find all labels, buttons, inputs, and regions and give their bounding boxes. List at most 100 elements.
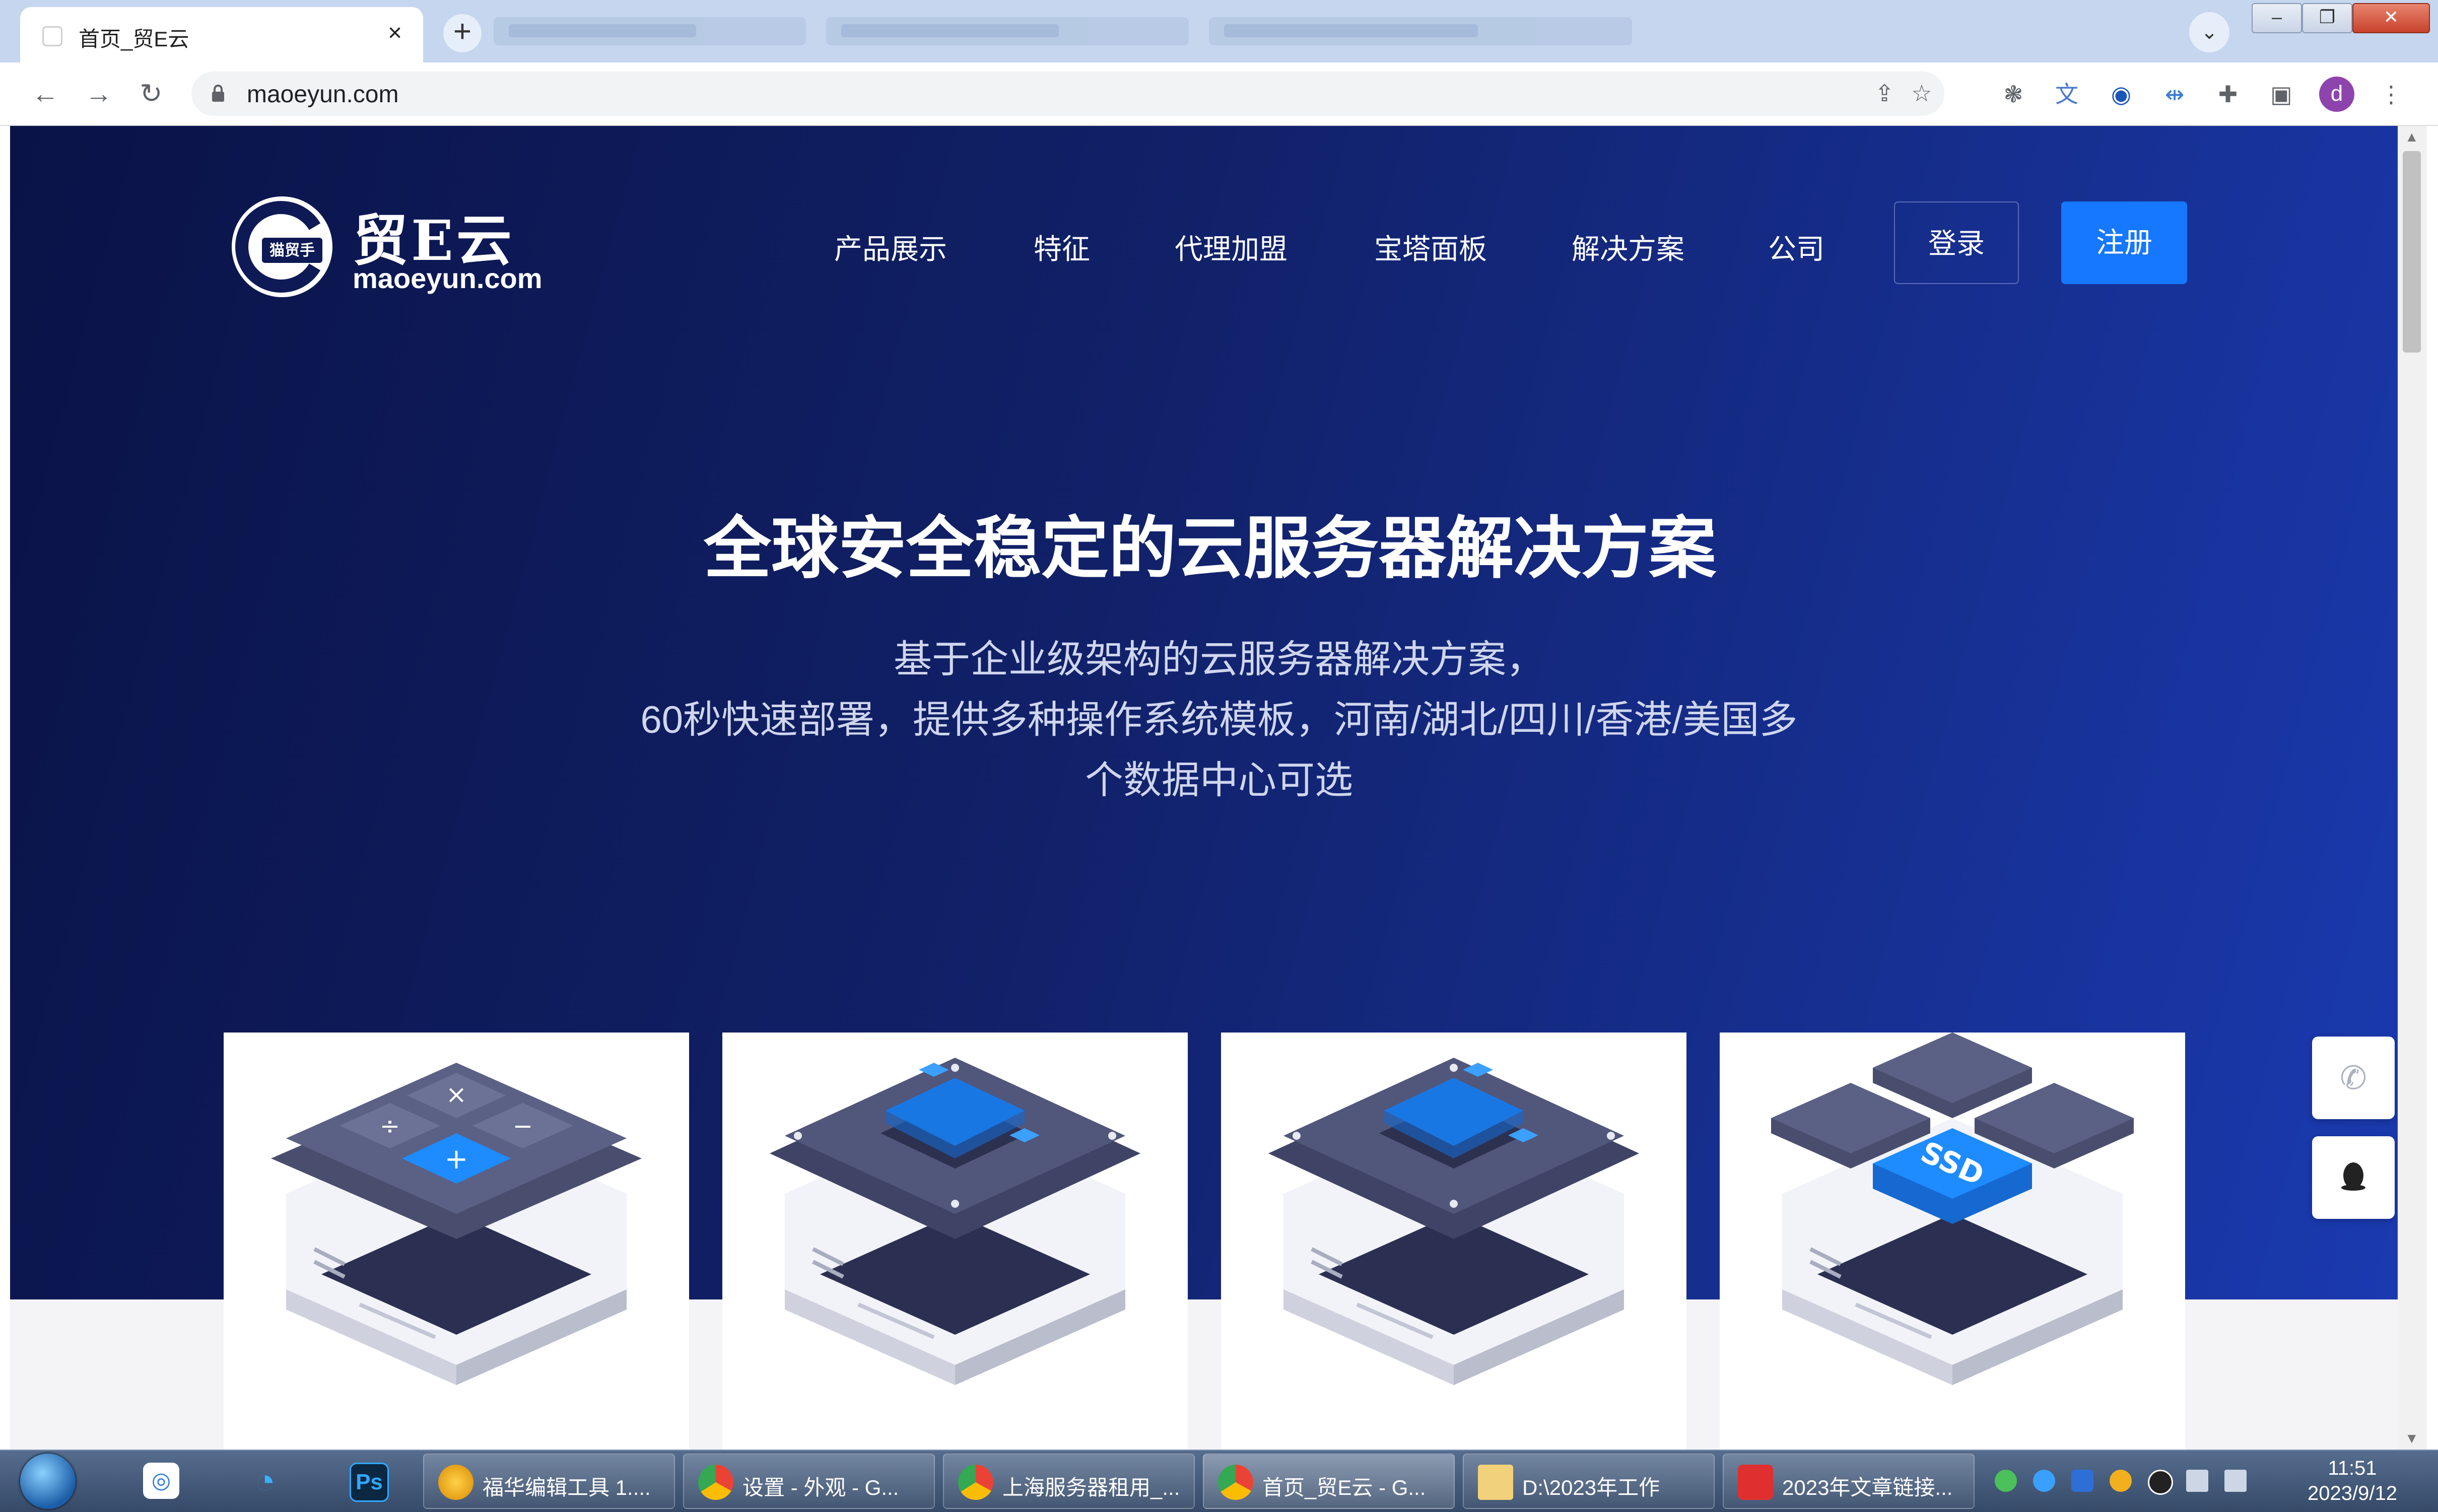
puzzle-icon[interactable]: ✚: [2212, 79, 2244, 110]
product-card-calculator[interactable]: × ÷ − +: [224, 1033, 689, 1450]
chrome-icon: [958, 1465, 993, 1500]
folder-icon: [1478, 1465, 1513, 1500]
browser-tab-blurred[interactable]: [1209, 17, 1632, 45]
svg-text:×: ×: [446, 1080, 467, 1109]
taskbar-task[interactable]: 上海服务器租用_...: [943, 1454, 1195, 1509]
scrollbar-thumb[interactable]: [2403, 151, 2421, 353]
tab-close-icon[interactable]: ×: [388, 18, 402, 48]
share-icon[interactable]: ⇪: [1869, 78, 1900, 109]
extension-arrows-icon[interactable]: ⇹: [2159, 79, 2190, 110]
gear-tray-icon[interactable]: [2110, 1470, 2132, 1492]
product-card-cpu-1[interactable]: [722, 1033, 1188, 1450]
bookmark-star-icon[interactable]: ☆: [1906, 78, 1937, 109]
browser-tab-blurred[interactable]: [494, 17, 806, 45]
minimize-button[interactable]: –: [2252, 3, 2302, 33]
windows-taskbar: ◎ ◔ Ps 福华编辑工具 1.... 设置 - 外观 - G... 上海服务器…: [0, 1450, 2438, 1512]
close-window-button[interactable]: ✕: [2352, 3, 2430, 33]
nav-company[interactable]: 公司: [1768, 227, 1824, 267]
taskbar-task[interactable]: 设置 - 外观 - G...: [683, 1454, 935, 1509]
maximize-button[interactable]: ❐: [2302, 3, 2352, 33]
pinned-app-browser[interactable]: ◔: [225, 1454, 305, 1509]
reload-icon[interactable]: ↻: [135, 78, 167, 110]
browser-tab-active[interactable]: 首页_贸E云 ×: [20, 7, 423, 62]
cloud-tray-icon[interactable]: [2033, 1470, 2055, 1492]
browser-tab-strip: 首页_贸E云 × + ⌄ – ❐ ✕: [0, 0, 2438, 62]
hero-subtitle-line: 60秒快速部署，提供多种操作系统模板，河南/湖北/四川/香港/美国多: [640, 699, 1798, 741]
start-button[interactable]: [20, 1454, 76, 1509]
svg-text:+: +: [445, 1143, 468, 1176]
logo-domain: maoeyun.com: [353, 262, 543, 294]
taskbar-task-active[interactable]: 首页_贸E云 - G...: [1203, 1454, 1455, 1509]
taskbar-task[interactable]: 福华编辑工具 1....: [423, 1454, 675, 1509]
qq-penguin-icon: [2341, 1162, 2365, 1191]
site-logo[interactable]: 猫贸手 贸E云 maoeyun.com: [227, 191, 579, 307]
task-label: 2023年文章链接...: [1782, 1476, 1953, 1499]
login-button[interactable]: 登录: [1894, 201, 2019, 284]
hero-subtitle: 基于企业级架构的云服务器解决方案， 60秒快速部署，提供多种操作系统模板，河南/…: [564, 630, 1874, 811]
task-label: 福华编辑工具 1....: [483, 1476, 651, 1499]
cpu-chip-server-icon: [770, 1058, 1140, 1385]
browser-tab-blurred[interactable]: [826, 17, 1189, 45]
menu-kebab-icon[interactable]: ⋮: [2376, 79, 2407, 110]
shield-tray-icon[interactable]: [2071, 1470, 2093, 1492]
cloud-app-icon: ◎: [143, 1463, 179, 1499]
scroll-down-icon[interactable]: ▼: [2405, 1430, 2419, 1447]
nav-agent[interactable]: 代理加盟: [1175, 227, 1288, 267]
extension-icon[interactable]: ❃: [1998, 79, 2029, 110]
hero-subtitle-line: 个数据中心可选: [1085, 759, 1353, 802]
taskbar-task[interactable]: 2023年文章链接...: [1723, 1454, 1975, 1509]
chrome-icon: [698, 1465, 733, 1500]
pinned-app-photoshop[interactable]: Ps: [327, 1454, 408, 1509]
wechat-tray-icon[interactable]: [1995, 1470, 2017, 1492]
svg-text:猫贸手: 猫贸手: [269, 242, 315, 259]
url-text: maoeyun.com: [247, 81, 399, 108]
back-arrow-icon[interactable]: ←: [29, 78, 61, 110]
task-label: D:\2023年工作: [1522, 1476, 1660, 1499]
clock-time: 11:51: [2328, 1457, 2377, 1479]
taskbar-clock[interactable]: 11:51 2023/9/12: [2287, 1456, 2418, 1506]
register-button[interactable]: 注册: [2061, 201, 2187, 284]
gear-app-icon: [438, 1465, 473, 1500]
browser-q-icon: ◔: [254, 1461, 276, 1500]
clock-date: 2023/9/12: [2308, 1482, 2397, 1504]
ssd-server-icon: SSD: [1771, 1033, 2134, 1385]
svg-text:÷: ÷: [380, 1112, 400, 1140]
hero-subtitle-line: 基于企业级架构的云服务器解决方案，: [894, 638, 1544, 681]
product-card-ssd[interactable]: SSD: [1720, 1033, 2185, 1450]
photoshop-icon: Ps: [350, 1463, 389, 1502]
page-scrollbar[interactable]: ▲ ▼: [2398, 126, 2427, 1450]
forward-arrow-icon[interactable]: →: [83, 78, 115, 110]
task-label: 设置 - 外观 - G...: [742, 1476, 899, 1499]
nav-baota-panel[interactable]: 宝塔面板: [1374, 227, 1487, 267]
page-viewport: 猫贸手 贸E云 maoeyun.com 产品展示 特征 代理加盟 宝塔面板 解决…: [10, 126, 2410, 1450]
extension-shield-icon[interactable]: ◉: [2106, 79, 2137, 110]
taskbar-task[interactable]: D:\2023年工作: [1463, 1454, 1715, 1509]
profile-avatar[interactable]: d: [2319, 77, 2354, 112]
wps-icon: [1738, 1465, 1773, 1500]
translate-icon[interactable]: 文: [2051, 79, 2082, 110]
pinned-app-baidu-netdisk[interactable]: ◎: [121, 1454, 201, 1509]
network-tray-icon[interactable]: [2186, 1470, 2208, 1492]
hero-title: 全球安全稳定的云服务器解决方案: [703, 511, 1716, 586]
tab-search-icon[interactable]: ⌄: [2189, 12, 2229, 52]
calculator-server-icon: × ÷ − +: [271, 1063, 642, 1385]
volume-tray-icon[interactable]: [2224, 1470, 2247, 1492]
nav-features[interactable]: 特征: [1034, 227, 1090, 267]
qq-tray-icon[interactable]: [2148, 1470, 2173, 1495]
task-label: 首页_贸E云 - G...: [1262, 1476, 1426, 1499]
task-label: 上海服务器租用_...: [1002, 1476, 1180, 1499]
new-tab-button[interactable]: +: [443, 14, 482, 52]
cpu-chip-server-icon: [1268, 1058, 1639, 1385]
float-qq-button[interactable]: [2312, 1136, 2395, 1219]
product-card-cpu-2[interactable]: [1221, 1033, 1686, 1450]
float-phone-button[interactable]: ✆: [2312, 1037, 2395, 1119]
browser-toolbar: ← → ↻ maoeyun.com ⇪ ☆ ❃ 文 ◉ ⇹ ✚ ▣ d ⋮: [0, 62, 2438, 126]
address-bar[interactable]: maoeyun.com ⇪ ☆: [191, 72, 1944, 116]
nav-solutions[interactable]: 解决方案: [1572, 227, 1684, 267]
side-panel-icon[interactable]: ▣: [2266, 79, 2297, 110]
tab-title: 首页_贸E云: [79, 27, 189, 51]
phone-icon: ✆: [2340, 1060, 2367, 1096]
logo-mark-icon: 猫贸手: [232, 196, 332, 297]
scroll-up-icon[interactable]: ▲: [2405, 129, 2419, 145]
nav-products[interactable]: 产品展示: [834, 227, 947, 267]
